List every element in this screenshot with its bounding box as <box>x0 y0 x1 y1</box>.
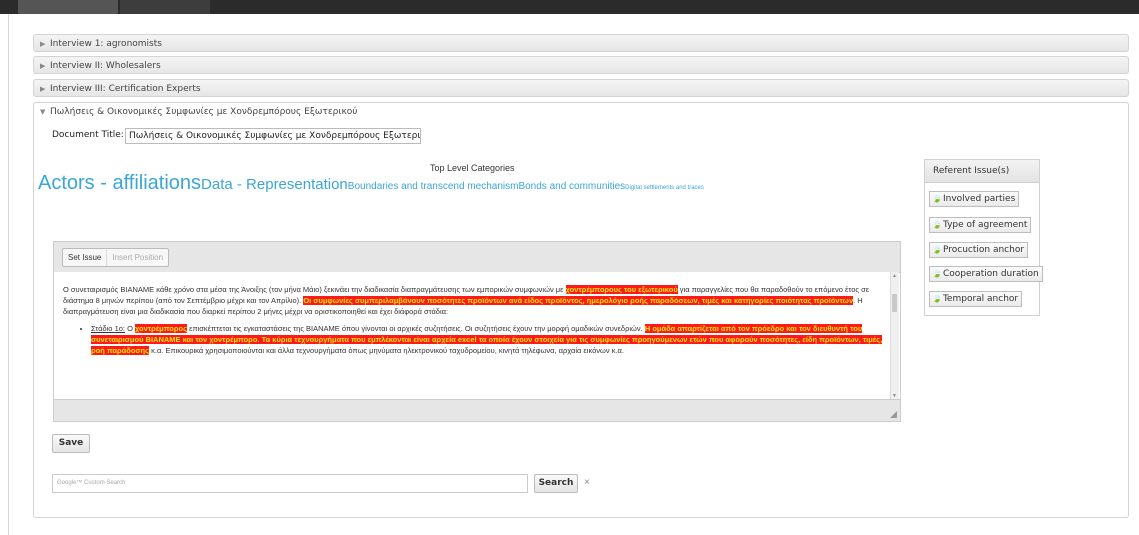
editor-content[interactable]: Ο συνεταιρισμός ΒΙΑΝΑΜΕ κάθε χρόνο στα μ… <box>54 272 891 400</box>
category-data[interactable]: Data - Representation <box>201 176 348 193</box>
category-cloud: Actors - affiliationsData - Representati… <box>38 172 704 195</box>
highlighted-text[interactable]: Οι συμφωνίες συμπεριλαμβάνουν ποσότητες … <box>303 296 854 305</box>
highlighted-text[interactable]: χοντρέμπορους του εξωτερικού <box>565 285 678 294</box>
chevron-right-icon: ▶ <box>40 85 46 93</box>
resize-grip-icon[interactable] <box>890 411 897 418</box>
highlighted-text[interactable]: χοντρέμπορος <box>135 324 188 333</box>
leaf-icon: 🍃 <box>932 245 942 254</box>
accordion-header-interview-2[interactable]: ▶ Interview II: Wholesalers <box>33 56 1129 74</box>
top-bar <box>0 0 1139 14</box>
editor-toolbar: Set Issue Insert Position <box>54 242 900 273</box>
scroll-thumb[interactable] <box>892 294 897 312</box>
accordion-header-sales-agreements[interactable]: ▼ Πωλήσεις & Οικονομικές Συμφωνίες με Χον… <box>33 102 1129 120</box>
category-actors[interactable]: Actors - affiliations <box>38 172 201 194</box>
issue-button[interactable]: 🍃Involved parties <box>929 191 1020 207</box>
accordion-header-interview-1[interactable]: ▶ Interview 1: agronomists <box>33 34 1129 52</box>
editor-paragraph: Ο συνεταιρισμός ΒΙΑΝΑΜΕ κάθε χρόνο στα μ… <box>63 285 870 316</box>
clear-icon[interactable]: × <box>584 477 590 488</box>
accordion-header-interview-3[interactable]: ▶ Interview III: Certification Experts <box>33 79 1129 97</box>
top-tab-active[interactable] <box>18 0 118 14</box>
scroll-up-icon[interactable]: ▲ <box>892 273 897 279</box>
search-input[interactable]: Google™ Custom Search <box>52 474 528 493</box>
issue-button[interactable]: 🍃Procuction anchor <box>929 242 1029 258</box>
category-bonds[interactable]: Bonds and communities <box>518 181 625 192</box>
category-boundaries[interactable]: Boundaries and transcend mechanism <box>348 181 519 192</box>
leaf-icon: 🍃 <box>932 220 942 229</box>
editor-statusbar <box>54 399 900 421</box>
text-editor: Set Issue Insert Position Ο συνεταιρισμό… <box>53 241 901 422</box>
set-issue-button[interactable]: Set Issue <box>63 249 106 266</box>
insert-position-button[interactable]: Insert Position <box>106 249 168 266</box>
chevron-right-icon: ▶ <box>40 40 46 48</box>
editor-toolbar-buttons: Set Issue Insert Position <box>62 248 170 267</box>
document-title-input[interactable]: Πωλήσεις & Οικονομικές Συμφωνίες με Χονδ… <box>125 128 421 144</box>
top-tab[interactable] <box>120 0 210 14</box>
leaf-icon: 🍃 <box>932 269 942 278</box>
stage-label: Στάδιο 1ο: <box>91 324 125 333</box>
document-title-label: Document Title: <box>52 130 124 140</box>
search-button[interactable]: Search <box>534 474 578 493</box>
leaf-icon: 🍃 <box>932 194 942 203</box>
referent-issues-panel: Referent Issue(s) 🍃Involved parties 🍃Typ… <box>924 159 1043 316</box>
left-divider <box>8 14 9 535</box>
category-digital[interactable]: Digital settlements and traces <box>625 185 704 191</box>
issue-button[interactable]: 🍃Type of agreement <box>929 217 1032 233</box>
referent-issues-heading: Referent Issue(s) <box>925 160 1039 183</box>
editor-list: Στάδιο 1ο: Ο χοντρέμπορος επισκέπτεται τ… <box>63 323 883 356</box>
leaf-icon: 🍃 <box>932 294 942 303</box>
issue-button[interactable]: 🍃Temporal anchor <box>929 291 1023 307</box>
editor-scrollbar[interactable]: ▲ ▼ <box>890 272 899 400</box>
issue-button[interactable]: 🍃Cooperation duration <box>929 266 1043 282</box>
save-button[interactable]: Save <box>52 434 90 453</box>
chevron-right-icon: ▶ <box>40 62 46 70</box>
list-item: Στάδιο 1ο: Ο χοντρέμπορος επισκέπτεται τ… <box>91 323 883 356</box>
